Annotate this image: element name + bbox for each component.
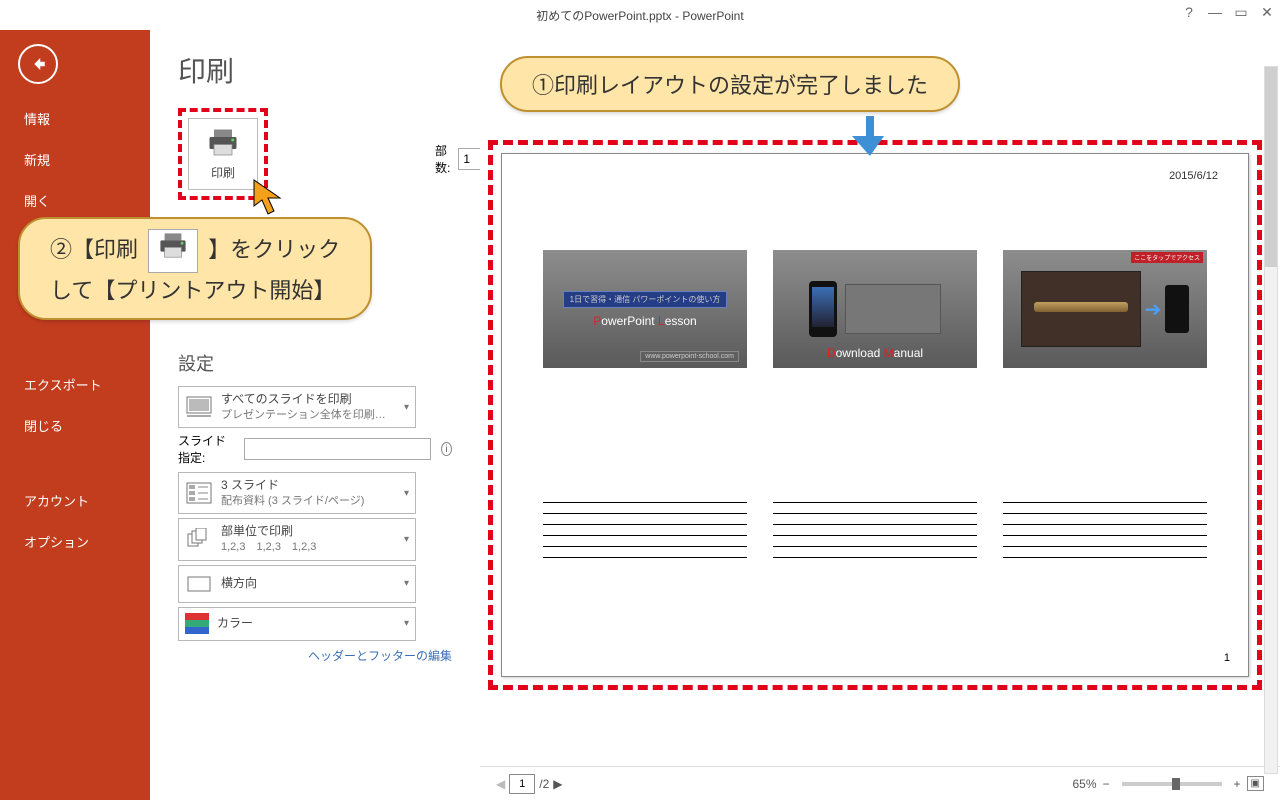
arrow-left-icon: [29, 55, 47, 73]
preview-page: 2015/6/12 1日で習得・通信 パワーポイントの使い方 PowerPoin…: [501, 153, 1249, 677]
print-button[interactable]: 印刷: [188, 118, 258, 190]
nav-account[interactable]: アカウント: [0, 480, 150, 521]
notes-lines-2: [773, 492, 977, 568]
dropdown-layout[interactable]: 3 スライド 配布資料 (3 スライド/ページ) ▾: [178, 472, 416, 514]
chevron-down-icon: ▾: [404, 618, 409, 629]
help-icon[interactable]: ?: [1182, 4, 1196, 21]
slide-thumb-1: 1日で習得・通信 パワーポイントの使い方 PowerPoint Lesson w…: [543, 250, 747, 368]
slide-spec-row: スライド指定: i: [178, 432, 452, 466]
page-date: 2015/6/12: [532, 170, 1218, 182]
minimize-icon[interactable]: —: [1208, 4, 1222, 21]
dd-orientation-label: 横方向: [221, 575, 396, 592]
window-controls: ? — ▭ ✕: [1182, 4, 1274, 21]
nav-open[interactable]: 開く: [0, 180, 150, 221]
annotation-arrow-icon: [852, 116, 888, 161]
notes-lines-3: [1003, 492, 1207, 568]
zoom-label: 65%: [1072, 777, 1096, 791]
annotation-callout-2: ②【印刷 】をクリック して【プリントアウト開始】: [18, 217, 372, 320]
settings-heading: 設定: [178, 350, 452, 376]
print-button-label: 印刷: [211, 164, 235, 181]
color-swatch-icon: [185, 613, 209, 635]
dd-collate-title: 部単位で印刷: [221, 523, 396, 540]
chevron-down-icon: ▾: [404, 488, 409, 499]
dropdown-collate[interactable]: 部単位で印刷 1,2,3 1,2,3 1,2,3 ▾: [178, 518, 416, 560]
vertical-scrollbar[interactable]: [1264, 66, 1278, 774]
dropdown-color[interactable]: カラー ▾: [178, 607, 416, 641]
zoom-slider[interactable]: [1122, 782, 1222, 786]
nav-options[interactable]: オプション: [0, 521, 150, 562]
chevron-down-icon: ▾: [404, 534, 409, 545]
next-page-button[interactable]: ▶: [553, 777, 562, 791]
window-title: 初めてのPowerPoint.pptx - PowerPoint: [536, 7, 743, 24]
info-icon[interactable]: i: [441, 442, 452, 456]
back-button[interactable]: [18, 44, 58, 84]
slide-thumb-3: ここをタップでアクセス ➔: [1003, 250, 1207, 368]
handout-icon: [185, 479, 213, 507]
slide-spec-label: スライド指定:: [178, 432, 234, 466]
dd-range-sub: プレゼンテーション全体を印刷…: [221, 408, 396, 423]
notes-lines-1: [543, 492, 747, 568]
zoom-out-button[interactable]: −: [1103, 777, 1110, 791]
nav-export[interactable]: エクスポート: [0, 364, 150, 405]
backstage-sidebar: 情報 新規 開く 上書き保存 エクスポート 閉じる アカウント オプション: [0, 30, 150, 800]
nav-info[interactable]: 情報: [0, 98, 150, 139]
slide-thumb-2: Download Manual: [773, 250, 977, 368]
dd-layout-sub: 配布資料 (3 スライド/ページ): [221, 494, 396, 509]
page-number: 1: [1224, 652, 1230, 664]
slides-icon: [185, 393, 213, 421]
header-footer-link[interactable]: ヘッダーとフッターの編集: [178, 647, 452, 664]
titlebar: 初めてのPowerPoint.pptx - PowerPoint ? — ▭ ✕: [0, 0, 1280, 30]
print-heading: 印刷: [178, 50, 452, 90]
dropdown-print-range[interactable]: すべてのスライドを印刷 プレゼンテーション全体を印刷… ▾: [178, 386, 416, 428]
dropdown-orientation[interactable]: 横方向 ▾: [178, 565, 416, 603]
dd-range-title: すべてのスライドを印刷: [221, 391, 396, 408]
chevron-down-icon: ▾: [404, 578, 409, 589]
zoom-in-button[interactable]: +: [1234, 777, 1241, 791]
slide-spec-input[interactable]: [244, 438, 431, 460]
page-input[interactable]: [509, 774, 535, 794]
printer-icon: [148, 229, 198, 273]
dd-layout-title: 3 スライド: [221, 477, 396, 494]
copies-label: 部数:: [435, 142, 450, 176]
page-total: /2: [539, 777, 549, 791]
landscape-icon: [185, 570, 213, 598]
close-icon[interactable]: ✕: [1260, 4, 1274, 21]
collate-icon: [185, 525, 213, 553]
print-panel: 印刷 印刷 部数: ▲▼ 設: [150, 30, 480, 800]
preview-footer: ◀ /2 ▶ 65% − + ▣: [480, 766, 1280, 800]
restore-icon[interactable]: ▭: [1234, 4, 1248, 21]
preview-highlight-frame: 2015/6/12 1日で習得・通信 パワーポイントの使い方 PowerPoin…: [488, 140, 1262, 690]
cursor-icon: [252, 178, 286, 221]
dd-color-label: カラー: [217, 615, 396, 632]
nav-new[interactable]: 新規: [0, 139, 150, 180]
prev-page-button[interactable]: ◀: [496, 777, 505, 791]
annotation-callout-1: ①印刷レイアウトの設定が完了しました: [500, 56, 960, 112]
printer-icon: [204, 128, 242, 158]
chevron-down-icon: ▾: [404, 402, 409, 413]
fit-page-button[interactable]: ▣: [1247, 776, 1264, 791]
dd-collate-sub: 1,2,3 1,2,3 1,2,3: [221, 540, 396, 555]
nav-close[interactable]: 閉じる: [0, 405, 150, 446]
